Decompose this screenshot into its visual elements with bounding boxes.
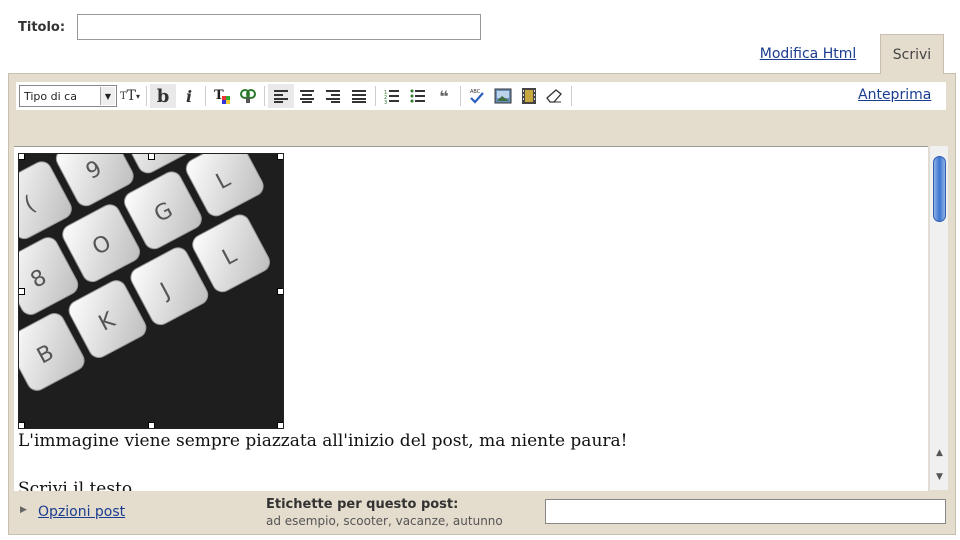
insert-video-icon[interactable] (516, 84, 542, 108)
justify-icon[interactable] (346, 84, 372, 108)
post-image[interactable]: (908OGLBKJL (18, 153, 284, 429)
resize-handle[interactable] (148, 422, 155, 428)
post-body-line: L'immagine viene sempre piazzata all'ini… (18, 431, 628, 451)
font-family-select[interactable]: Tipo di ca ▼ (19, 85, 117, 107)
resize-handle[interactable] (277, 288, 283, 295)
editor-toolbar: Tipo di ca ▼ T T ▾ b i T 123 ❝ ABC (16, 82, 946, 110)
toolbar-separator (571, 86, 572, 106)
align-center-icon[interactable] (294, 84, 320, 108)
numbered-list-icon[interactable]: 123 (379, 84, 405, 108)
remove-formatting-icon[interactable] (542, 84, 568, 108)
align-right-icon[interactable] (320, 84, 346, 108)
blockquote-icon[interactable]: ❝ (431, 84, 457, 108)
labels-hint: ad esempio, scooter, vacanze, autunno (266, 514, 503, 528)
align-left-icon[interactable] (268, 84, 294, 108)
resize-handle[interactable] (19, 422, 25, 428)
scroll-down-icon[interactable]: ▼ (933, 470, 946, 484)
tab-compose[interactable]: Scrivi (880, 34, 944, 74)
keyboard-photo: (908OGLBKJL (19, 154, 283, 428)
resize-handle[interactable] (277, 154, 283, 160)
preview-link[interactable]: Anteprima (858, 87, 931, 103)
chevron-down-icon: ▼ (100, 87, 115, 105)
scroll-up-icon[interactable]: ▲ (933, 446, 946, 460)
editor-scrollbar[interactable]: ▲ ▼ (929, 146, 948, 490)
labels-title: Etichette per questo post: (266, 497, 459, 512)
svg-text:ABC: ABC (470, 89, 481, 95)
font-size-icon[interactable]: T T ▾ (117, 84, 143, 108)
font-family-value: Tipo di ca (24, 89, 77, 103)
link-icon[interactable] (235, 84, 261, 108)
title-row: Titolo: (18, 12, 482, 42)
toolbar-separator (460, 86, 461, 106)
resize-handle[interactable] (148, 154, 155, 160)
labels-input[interactable] (545, 499, 946, 524)
bold-icon[interactable]: b (150, 84, 176, 108)
expand-arrow-icon[interactable]: ▶ (20, 505, 27, 515)
svg-text:3: 3 (384, 100, 387, 104)
post-footer: ▶ Opzioni post Etichette per questo post… (14, 490, 948, 532)
tab-edit-html[interactable]: Modifica Html (746, 34, 870, 74)
post-options-link[interactable]: Opzioni post (38, 504, 125, 520)
bullet-list-icon[interactable] (405, 84, 431, 108)
title-input[interactable] (77, 14, 482, 40)
toolbar-separator (264, 86, 265, 106)
toolbar-separator (205, 86, 206, 106)
toolbar-separator (146, 86, 147, 106)
editor-content[interactable]: (908OGLBKJL L'immagine viene sempre piaz… (14, 146, 928, 491)
scrollbar-thumb[interactable] (933, 156, 946, 222)
text-color-icon[interactable]: T (209, 84, 235, 108)
italic-icon[interactable]: i (176, 84, 202, 108)
toolbar-separator (375, 86, 376, 106)
resize-handle[interactable] (19, 288, 25, 295)
resize-handle[interactable] (277, 422, 283, 428)
resize-handle[interactable] (19, 154, 25, 160)
insert-image-icon[interactable] (490, 84, 516, 108)
spellcheck-icon[interactable]: ABC (464, 84, 490, 108)
title-label: Titolo: (18, 19, 66, 35)
